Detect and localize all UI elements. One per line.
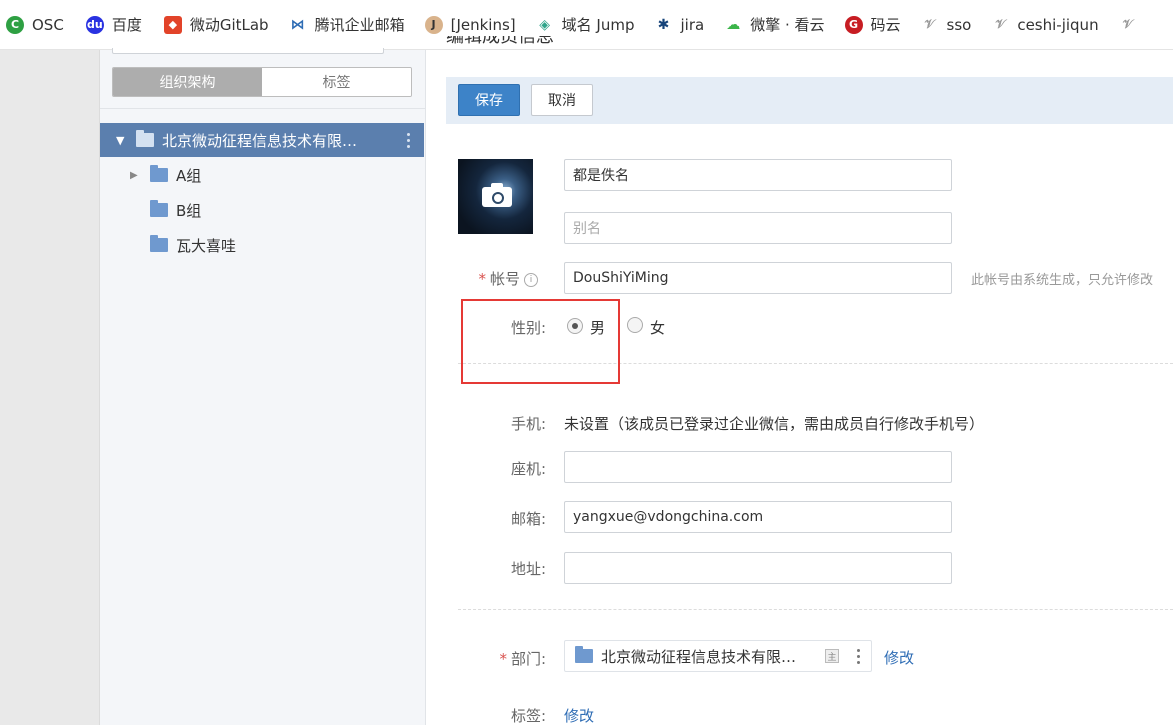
tree-item-label: 瓦大喜哇: [176, 236, 237, 255]
jenkins-icon: J: [424, 15, 443, 34]
osc-icon: C: [6, 15, 24, 34]
bookmark-sso[interactable]: 𝒱 sso: [920, 0, 982, 49]
more-icon[interactable]: [398, 132, 418, 148]
tree-item-wadaxiwa[interactable]: ▶ 瓦大喜哇: [100, 230, 424, 260]
folder-icon: [575, 646, 593, 663]
gender-female-label[interactable]: 女: [650, 317, 665, 338]
account-hint: 此帐号由系统生成，只允许修改: [971, 273, 1154, 288]
bookmark-jira[interactable]: ✱ jira: [654, 0, 714, 49]
chevron-right-icon[interactable]: ▶: [130, 170, 144, 181]
left-rail: [0, 50, 100, 725]
department-chip[interactable]: 北京微动征程信息技术有限… 主: [564, 640, 872, 672]
edit-tags-link[interactable]: 修改: [564, 705, 594, 725]
tab-org-structure[interactable]: 组织架构: [113, 68, 262, 96]
cancel-button[interactable]: 取消: [531, 84, 593, 116]
camera-icon: [482, 183, 512, 207]
tree-item-label: B组: [176, 201, 202, 220]
account-label: * 帐号 i: [448, 268, 538, 289]
search-input[interactable]: [112, 48, 384, 54]
baidu-icon: du: [85, 15, 104, 34]
landline-field[interactable]: [564, 451, 952, 483]
divider: [458, 363, 1173, 364]
edit-department-link[interactable]: 修改: [884, 647, 914, 668]
bookmark-tencent-mail[interactable]: ⋈ 腾讯企业邮箱: [288, 0, 415, 49]
gender-female-radio[interactable]: [627, 317, 643, 333]
gender-male-label[interactable]: 男: [590, 317, 605, 338]
folder-icon: [150, 235, 168, 252]
email-field[interactable]: yangxue@vdongchina.com: [564, 501, 952, 533]
alias-field[interactable]: 别名: [564, 212, 952, 244]
jump-icon: ◈: [535, 15, 554, 34]
gender-male-radio[interactable]: [567, 318, 583, 334]
tree-root-node[interactable]: ▼ 北京微动征程信息技术有限…: [100, 123, 424, 157]
more-icon[interactable]: [853, 648, 863, 664]
tags-label: 标签:: [510, 707, 546, 725]
tab-tags[interactable]: 标签: [262, 68, 411, 96]
info-icon[interactable]: i: [524, 272, 538, 287]
bookmark-baidu[interactable]: du 百度: [85, 0, 152, 49]
folder-icon: [150, 165, 168, 182]
divider: [458, 609, 1173, 610]
tree-root-label: 北京微动征程信息技术有限…: [162, 131, 358, 150]
email-label: 邮箱:: [510, 510, 546, 528]
avatar[interactable]: [458, 159, 533, 234]
jira-icon: ✱: [654, 15, 673, 34]
bookmark-more[interactable]: 𝒱: [1118, 0, 1155, 49]
department-name: 北京微动征程信息技术有限…: [601, 647, 797, 666]
folder-icon: [150, 200, 168, 217]
tree-item-a[interactable]: ▶ A组: [100, 160, 424, 190]
sidebar-tabs: 组织架构 标签: [112, 67, 412, 97]
bookmark-gitlab[interactable]: ◆ 微动GitLab: [163, 0, 279, 49]
bookmark-gitee[interactable]: G 码云: [844, 0, 911, 49]
address-label: 地址:: [510, 560, 546, 578]
tree-item-b[interactable]: ▶ B组: [100, 195, 424, 225]
bookmark-icon: 𝒱: [1118, 15, 1137, 34]
main-panel: 编辑成员信息 保存 取消 都是佚名 别名 * 帐号 i DouShiYiMing 此…: [426, 36, 1173, 725]
main-department-badge: 主: [825, 649, 839, 663]
bookmark-osc[interactable]: C OSC: [0, 0, 74, 49]
kancloud-icon: ☁: [724, 15, 743, 34]
phone-label: 手机:: [510, 415, 546, 433]
sidebar: 组织架构 标签 ▼ 北京微动征程信息技术有限… ▶ A组 ▶ B组 ▶ 瓦大喜哇: [100, 48, 426, 725]
ceshi-icon: 𝒱: [991, 15, 1010, 34]
department-label: * 部门:: [499, 650, 546, 668]
name-field[interactable]: 都是佚名: [564, 159, 952, 191]
sso-icon: 𝒱: [920, 15, 939, 34]
bookmarks-bar: C OSC du 百度 ◆ 微动GitLab ⋈ 腾讯企业邮箱 J [Jenki…: [0, 0, 1173, 50]
account-field[interactable]: DouShiYiMing: [564, 262, 952, 294]
landline-label: 座机:: [510, 460, 546, 478]
address-field[interactable]: [564, 552, 952, 584]
folder-icon: [136, 130, 154, 147]
divider: [100, 108, 426, 109]
gitee-icon: G: [844, 15, 863, 34]
gitlab-icon: ◆: [163, 15, 182, 34]
save-button[interactable]: 保存: [458, 84, 520, 116]
phone-value: 未设置（该成员已登录过企业微信，需由成员自行修改手机号）: [564, 415, 985, 433]
tree-item-label: A组: [176, 166, 202, 185]
chevron-down-icon[interactable]: ▼: [116, 134, 130, 147]
page-title: 编辑成员信息: [446, 36, 554, 47]
toolbar: 保存 取消: [446, 77, 1173, 124]
gender-label: 性别:: [510, 319, 546, 337]
bookmark-kancloud[interactable]: ☁ 微擎 · 看云: [724, 0, 834, 49]
tencent-mail-icon: ⋈: [288, 15, 307, 34]
bookmark-ceshi-jiqun[interactable]: 𝒱 ceshi-jiqun: [991, 0, 1108, 49]
